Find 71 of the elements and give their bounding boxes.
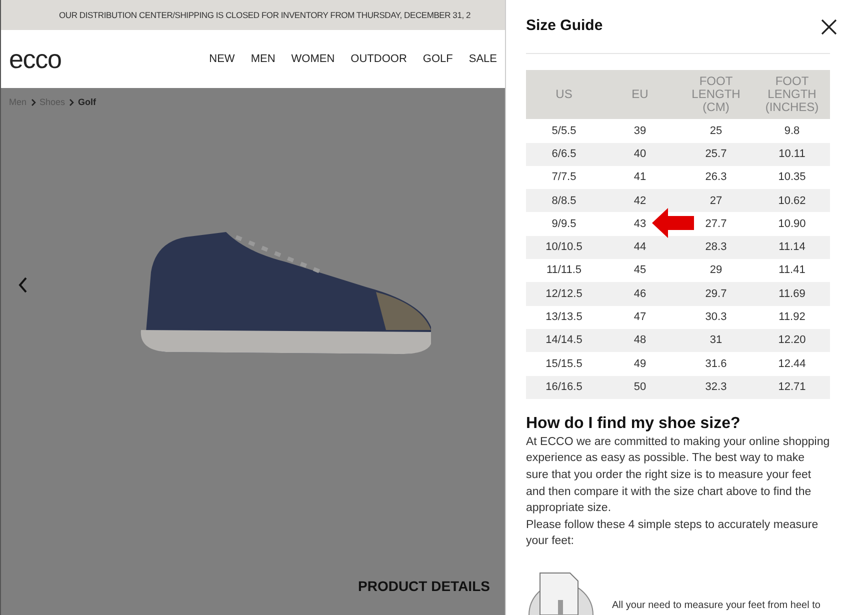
nav-link[interactable]: MEN bbox=[250, 50, 276, 68]
table-cell: 26.3 bbox=[678, 166, 754, 190]
table-cell: 29.7 bbox=[678, 282, 754, 306]
close-button[interactable] bbox=[820, 18, 838, 36]
table-cell: 12.44 bbox=[754, 352, 830, 376]
chevron-left-icon[interactable] bbox=[18, 277, 28, 293]
table-cell: 25.7 bbox=[678, 142, 754, 166]
table-cell: 11.69 bbox=[754, 282, 830, 306]
table-cell: 10.35 bbox=[754, 166, 830, 190]
body-paragraph: Please follow these 4 simple steps to accurately measure your feet: bbox=[526, 518, 820, 550]
table-cell: 14/14.5 bbox=[526, 328, 602, 352]
table-cell: 31 bbox=[678, 328, 754, 352]
table-cell: 10/10.5 bbox=[526, 236, 602, 260]
table-cell: 27 bbox=[678, 189, 754, 212]
paper-pencil-icon bbox=[526, 570, 596, 615]
chevron-right-icon bbox=[69, 99, 74, 106]
column-header: EU bbox=[602, 70, 678, 120]
panel-title: Size Guide bbox=[526, 16, 603, 36]
table-cell-text: 39 bbox=[632, 124, 648, 139]
table-cell: 12/12.5 bbox=[526, 282, 602, 306]
section-heading: PRODUCT DETAILS bbox=[358, 577, 490, 596]
table-cell: 46 bbox=[602, 282, 678, 306]
table-cell: 6/6.5 bbox=[526, 142, 602, 166]
table-cell: 44 bbox=[602, 236, 678, 260]
table-cell: 13/13.5 bbox=[526, 306, 602, 329]
table-cell: 15/15.5 bbox=[526, 352, 602, 376]
table-cell: 8/8.5 bbox=[526, 189, 602, 212]
nav-link[interactable]: WOMEN bbox=[291, 50, 335, 68]
nav-link[interactable]: OUTDOOR bbox=[350, 50, 407, 68]
table-cell: 50 bbox=[602, 376, 678, 399]
nav-link[interactable]: GOLF bbox=[422, 50, 453, 68]
nav-link[interactable]: NEW bbox=[209, 50, 235, 68]
table-cell-text: 25 bbox=[708, 124, 724, 139]
table-cell: 32.3 bbox=[678, 376, 754, 399]
table-cell: 42 bbox=[602, 189, 678, 212]
table-cell: 12.20 bbox=[754, 328, 830, 352]
table-cell: 9/9.5 bbox=[526, 212, 602, 236]
table-cell: 31.6 bbox=[678, 352, 754, 376]
table-cell: 49 bbox=[602, 352, 678, 376]
table-cell: 11/11.5 bbox=[526, 259, 602, 282]
column-header: FOOT LENGTH (CM) bbox=[678, 70, 754, 120]
table-cell: 27.7 bbox=[678, 212, 754, 236]
column-header: US bbox=[526, 70, 602, 120]
table-cell: 11.92 bbox=[754, 306, 830, 329]
section-heading: How do I find my shoe size? bbox=[526, 414, 742, 434]
step-text: All your need to measure your feet from heel to bbox=[612, 599, 820, 613]
table-cell: 45 bbox=[602, 259, 678, 282]
body-paragraph: At ECCO we are committed to making your online shopping experience as easy as possible. The best way to make sure that you order the right size is to measure your feet and then compare it with the size chart above to find the appropriate size. bbox=[526, 434, 830, 516]
nav-link[interactable]: SALE bbox=[468, 50, 497, 68]
table-cell: 11.14 bbox=[754, 236, 830, 260]
table-cell-text: 9.8 bbox=[783, 124, 801, 139]
table-cell: 47 bbox=[602, 306, 678, 329]
table-cell: 41 bbox=[602, 166, 678, 190]
table-cell: 11.41 bbox=[754, 259, 830, 282]
table-cell: 10.11 bbox=[754, 142, 830, 166]
table-cell: 7/7.5 bbox=[526, 166, 602, 190]
table-cell: 40 bbox=[602, 142, 678, 166]
table-cell: 12.71 bbox=[754, 376, 830, 399]
table-cell: 29 bbox=[678, 259, 754, 282]
announcement-banner: OUR DISTRIBUTION CENTER/SHIPPING IS CLOSED FOR INVENTORY FROM THURSDAY, DECEMBER 31, 2 bbox=[1, 0, 505, 30]
chevron-right-icon bbox=[30, 99, 36, 106]
table-cell: 10.62 bbox=[754, 189, 830, 212]
table-cell: 10.90 bbox=[754, 212, 830, 236]
breadcrumb-link[interactable]: Golf bbox=[78, 96, 96, 110]
table-cell: 16/16.5 bbox=[526, 376, 602, 399]
column-header: FOOT LENGTH (INCHES) bbox=[754, 70, 830, 120]
brand-logo[interactable]: ecco bbox=[9, 46, 62, 72]
table-cell: 28.3 bbox=[678, 236, 754, 260]
table-cell: 30.3 bbox=[678, 306, 754, 329]
table-cell: 48 bbox=[602, 328, 678, 352]
table-cell-text: 5/5.5 bbox=[550, 124, 578, 139]
